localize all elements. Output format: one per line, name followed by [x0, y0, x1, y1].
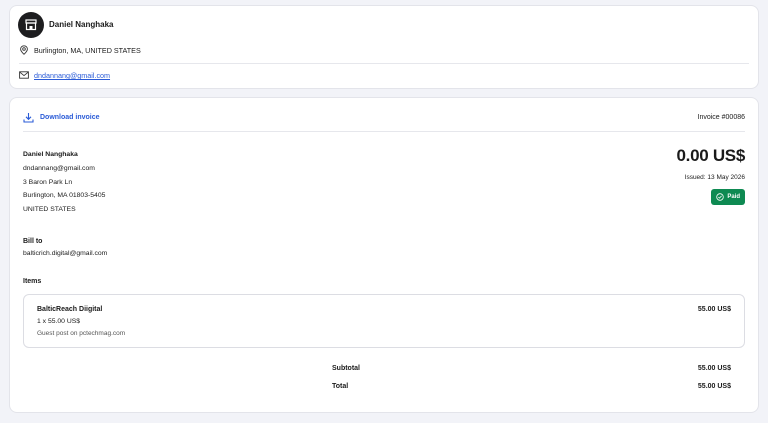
- seller-avatar: [18, 12, 44, 38]
- invoice-from: Daniel Nanghaka dndannang@gmail.com 3 Ba…: [23, 148, 105, 217]
- download-invoice-button[interactable]: Download invoice: [23, 112, 100, 123]
- storefront-icon: [25, 19, 37, 31]
- map-pin-icon: [20, 45, 28, 55]
- item-quantity: 1 x 55.00 US$: [37, 318, 81, 325]
- invoice-amount: 0.00 US$: [676, 146, 746, 165]
- download-icon: [23, 113, 34, 123]
- item-description: Guest post on pctechmag.com: [37, 330, 126, 337]
- seller-card: Daniel Nanghaka Burlington, MA, UNITED S…: [9, 5, 759, 89]
- list-item: BalticReach Diigital 1 x 55.00 US$ Guest…: [23, 294, 745, 348]
- divider: [23, 131, 745, 132]
- bill-to-label: Bill to: [23, 238, 43, 245]
- total-value: 55.00 US$: [697, 383, 731, 390]
- issued-date: Issued: 13 May 2026: [684, 174, 745, 181]
- envelope-icon: [19, 71, 29, 79]
- items-label: Items: [23, 278, 42, 285]
- from-email: dndannang@gmail.com: [23, 164, 95, 172]
- divider: [19, 63, 749, 64]
- from-city: Burlington, MA 01803-5405: [23, 192, 106, 200]
- invoice-number: Invoice #00086: [697, 114, 745, 121]
- total-label: Total: [332, 383, 349, 390]
- status-badge: Paid: [711, 189, 745, 205]
- seller-name: Daniel Nanghaka: [49, 20, 114, 29]
- item-name: BalticReach Diigital: [37, 306, 103, 313]
- seller-location: Burlington, MA, UNITED STATES: [34, 46, 141, 55]
- status-label: Paid: [727, 194, 740, 200]
- check-circle-icon: [716, 193, 725, 201]
- seller-email-link[interactable]: dndannang@gmail.com: [34, 71, 110, 80]
- from-name: Daniel Nanghaka: [23, 151, 78, 158]
- item-price: 55.00 US$: [697, 306, 731, 313]
- download-invoice-label: Download invoice: [40, 114, 100, 121]
- invoice-card: Download invoice Invoice #00086 Daniel N…: [9, 97, 759, 413]
- bill-to-email: balticrich.digital@gmail.com: [23, 250, 108, 257]
- subtotal-value: 55.00 US$: [697, 365, 731, 372]
- subtotal-label: Subtotal: [332, 365, 360, 372]
- from-country: UNITED STATES: [23, 206, 76, 214]
- from-street: 3 Baron Park Ln: [23, 178, 73, 186]
